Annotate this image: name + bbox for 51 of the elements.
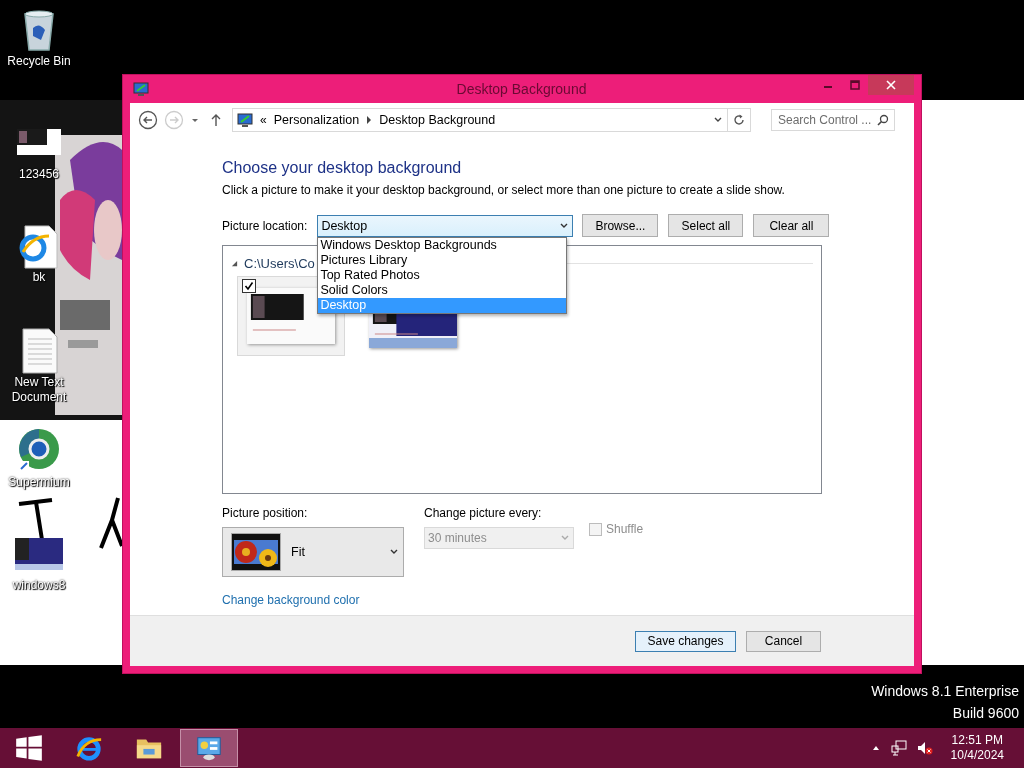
back-icon[interactable]: [138, 110, 158, 130]
browser-e-icon: [75, 734, 103, 762]
description-text: Click a picture to make it your desktop background, or select more than one picture to create a slide show.: [222, 183, 786, 197]
windows-logo-icon: [15, 734, 43, 762]
overflow-chevrons[interactable]: «: [260, 113, 267, 127]
watermark-text: Windows 8.1 Enterprise: [871, 683, 1019, 699]
icon-label: Recycle Bin: [7, 54, 71, 69]
folder-path[interactable]: C:\Users\Co: [244, 255, 315, 271]
action-button[interactable]: Clear all: [753, 214, 830, 237]
position-dropdown[interactable]: Fit: [222, 527, 404, 577]
action-button[interactable]: Select all: [668, 214, 744, 237]
close-icon: [886, 80, 896, 90]
expand-triangle-icon[interactable]: [231, 259, 238, 267]
breadcrumb-item[interactable]: Desktop Background: [379, 113, 496, 127]
clock[interactable]: 12:51 PM 10/4/2024: [942, 733, 1004, 763]
watermark-text: Build 9600: [952, 705, 1019, 721]
search-icon: [877, 114, 889, 126]
refresh-button[interactable]: [727, 108, 751, 132]
footer-button[interactable]: Save changes: [635, 630, 736, 652]
page-heading: Choose your desktop background: [222, 159, 463, 177]
chevron-right-icon[interactable]: [366, 116, 373, 124]
up-arrow-icon[interactable]: [210, 113, 222, 127]
address-bar[interactable]: « Personalization Desktop Background: [232, 108, 728, 132]
breadcrumb-item[interactable]: Personalization: [273, 113, 360, 127]
location-label: Picture location:: [222, 218, 308, 233]
search-field[interactable]: Search Control ...: [771, 109, 895, 131]
close-button[interactable]: [868, 75, 914, 95]
interval-label: Change picture every:: [424, 506, 543, 520]
shuffle-label: Shuffle: [606, 522, 644, 536]
icon-label: bk: [32, 270, 46, 285]
network-icon[interactable]: [890, 740, 907, 756]
dropdown-option[interactable]: Pictures Library: [318, 252, 567, 268]
dropdown-option[interactable]: Solid Colors: [318, 282, 567, 298]
speaker-muted-icon[interactable]: [916, 740, 933, 756]
refresh-icon: [733, 114, 745, 126]
window-title: Desktop Background: [455, 81, 588, 97]
dropdown-option[interactable]: Windows Desktop Backgrounds: [318, 237, 567, 253]
checkbox[interactable]: [242, 279, 256, 293]
background-color-link[interactable]: Change background color: [222, 593, 360, 607]
footer-button[interactable]: Cancel: [746, 630, 821, 652]
monitor-icon: [133, 81, 149, 97]
maximize-icon: [849, 80, 860, 90]
icon-label: windows8: [12, 578, 66, 593]
position-label: Picture position:: [222, 506, 309, 520]
monitor-icon: [237, 112, 253, 128]
action-button[interactable]: Browse...: [582, 214, 659, 237]
scribble-drawing: [98, 496, 124, 550]
location-dropdown[interactable]: Desktop: [317, 214, 574, 237]
control-panel-icon: [195, 734, 223, 762]
icon-label: Supermium: [8, 475, 70, 490]
dropdown-option[interactable]: Top Rated Photos: [318, 267, 567, 283]
